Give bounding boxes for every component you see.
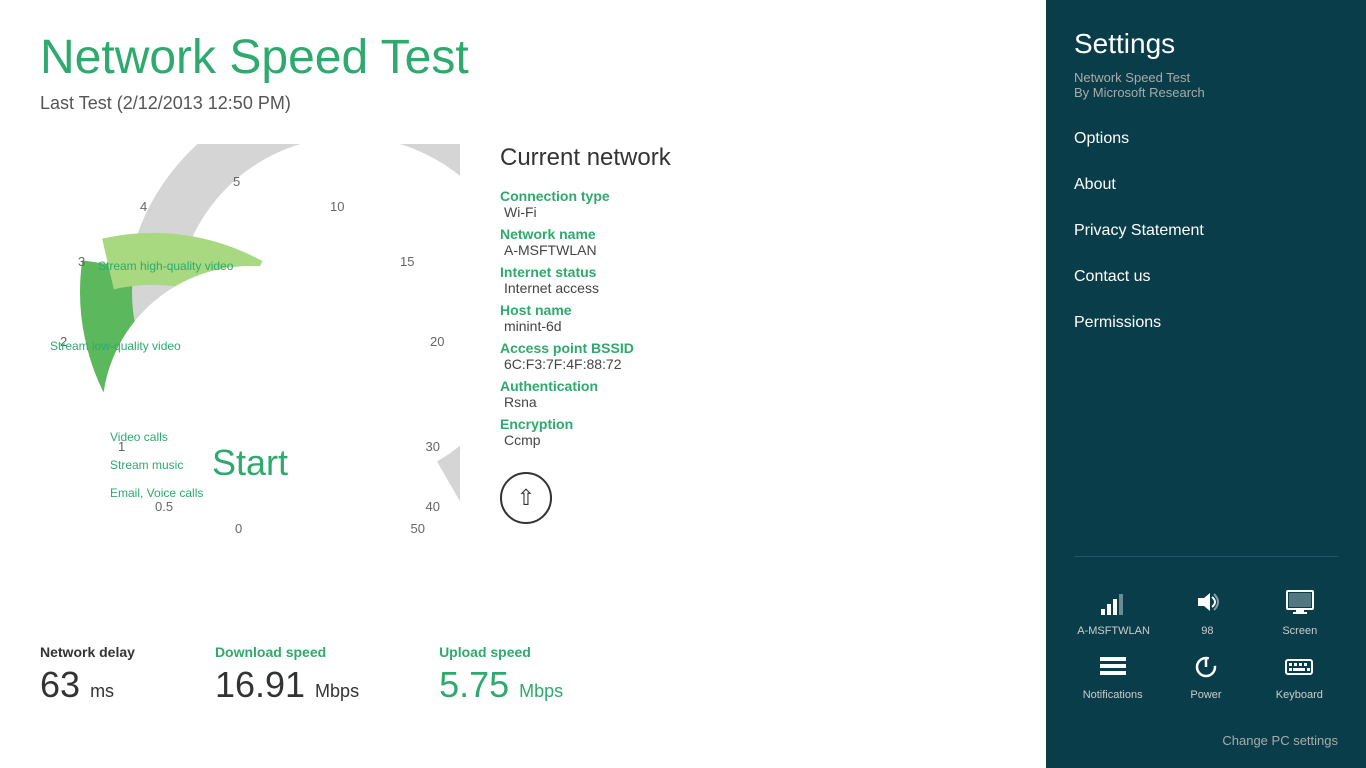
power-icon xyxy=(1191,653,1221,683)
network-delay-stat: Network delay 63 ms xyxy=(40,644,135,706)
system-tray: A-MSFTWLAN 98 xyxy=(1046,573,1366,717)
scale-40: 40 xyxy=(426,499,440,514)
network-name-label: Network name xyxy=(500,226,1006,242)
activity-video-calls[interactable]: Video calls xyxy=(110,430,168,444)
settings-menu-options[interactable]: Options xyxy=(1074,116,1338,162)
upload-speed-label: Upload speed xyxy=(439,644,563,660)
start-button[interactable]: Start xyxy=(212,442,288,484)
encryption-row: Encryption Ccmp xyxy=(500,416,1006,448)
settings-title: Settings xyxy=(1074,28,1338,60)
scale-15: 15 xyxy=(400,254,414,269)
network-delay-label: Network delay xyxy=(40,644,135,660)
upload-speed-value: 5.75 Mbps xyxy=(439,664,563,706)
app-title: Network Speed Test xyxy=(40,30,1006,85)
settings-app-name: Network Speed Test By Microsoft Research xyxy=(1074,70,1338,100)
tray-power[interactable]: Power xyxy=(1171,653,1241,701)
scale-30: 30 xyxy=(426,439,440,454)
settings-header: Settings Network Speed Test By Microsoft… xyxy=(1046,0,1366,116)
authentication-value: Rsna xyxy=(500,394,1006,410)
encryption-label: Encryption xyxy=(500,416,1006,432)
access-point-value: 6C:F3:7F:4F:88:72 xyxy=(500,356,1006,372)
volume-label: 98 xyxy=(1201,625,1213,637)
host-name-row: Host name minint-6d xyxy=(500,302,1006,334)
scale-3: 3 xyxy=(78,254,85,269)
download-speed-label: Download speed xyxy=(215,644,359,660)
keyboard-label: Keyboard xyxy=(1276,689,1323,701)
notifications-icon xyxy=(1098,653,1128,683)
upload-icon-container: ⇧ xyxy=(500,472,1006,524)
connection-type-value: Wi-Fi xyxy=(500,204,1006,220)
settings-divider xyxy=(1074,556,1338,557)
host-name-value: minint-6d xyxy=(500,318,1006,334)
network-name-value: A-MSFTWLAN xyxy=(500,242,1006,258)
tray-volume[interactable]: 98 xyxy=(1172,589,1242,637)
change-pc-settings[interactable]: Change PC settings xyxy=(1046,717,1366,768)
tray-screen[interactable]: Screen xyxy=(1265,589,1335,637)
middle-section: 0 0.5 1 2 3 4 5 10 15 20 30 xyxy=(40,144,1006,604)
access-point-label: Access point BSSID xyxy=(500,340,1006,356)
settings-menu-contact[interactable]: Contact us xyxy=(1074,254,1338,300)
download-speed-value: 16.91 Mbps xyxy=(215,664,359,706)
upload-button[interactable]: ⇧ xyxy=(500,472,552,524)
settings-menu: Options About Privacy Statement Contact … xyxy=(1046,116,1366,540)
settings-menu-privacy[interactable]: Privacy Statement xyxy=(1074,208,1338,254)
scale-10: 10 xyxy=(330,199,344,214)
settings-menu-about[interactable]: About xyxy=(1074,162,1338,208)
bottom-stats: Network delay 63 ms Download speed 16.91… xyxy=(40,624,1006,706)
activity-stream-lq[interactable]: Stream low-quality video xyxy=(50,339,181,353)
tray-wifi[interactable]: A-MSFTWLAN xyxy=(1077,589,1150,637)
wifi-icon xyxy=(1099,589,1129,619)
host-name-label: Host name xyxy=(500,302,1006,318)
settings-menu-permissions[interactable]: Permissions xyxy=(1074,300,1338,346)
upload-arrow-icon: ⇧ xyxy=(517,487,535,509)
authentication-row: Authentication Rsna xyxy=(500,378,1006,410)
encryption-value: Ccmp xyxy=(500,432,1006,448)
internet-status-row: Internet status Internet access xyxy=(500,264,1006,296)
power-label: Power xyxy=(1190,689,1221,701)
upload-speed-stat: Upload speed 5.75 Mbps xyxy=(439,644,563,706)
tray-row-2: Notifications Power xyxy=(1066,653,1346,701)
notifications-label: Notifications xyxy=(1083,689,1143,701)
screen-icon xyxy=(1285,589,1315,619)
internet-status-value: Internet access xyxy=(500,280,1006,296)
tray-keyboard[interactable]: Keyboard xyxy=(1264,653,1334,701)
keyboard-icon xyxy=(1284,653,1314,683)
internet-status-label: Internet status xyxy=(500,264,1006,280)
scale-0: 0 xyxy=(235,521,242,536)
wifi-label: A-MSFTWLAN xyxy=(1077,625,1150,637)
access-point-row: Access point BSSID 6C:F3:7F:4F:88:72 xyxy=(500,340,1006,372)
main-content: Network Speed Test Last Test (2/12/2013 … xyxy=(0,0,1046,768)
screen-label: Screen xyxy=(1282,625,1317,637)
network-panel: Current network Connection type Wi-Fi Ne… xyxy=(500,144,1006,524)
tray-notifications[interactable]: Notifications xyxy=(1078,653,1148,701)
activity-stream-music[interactable]: Stream music xyxy=(110,458,183,472)
settings-sidebar: Settings Network Speed Test By Microsoft… xyxy=(1046,0,1366,768)
scale-4: 4 xyxy=(140,199,147,214)
download-speed-stat: Download speed 16.91 Mbps xyxy=(215,644,359,706)
scale-20: 20 xyxy=(430,334,444,349)
network-panel-title: Current network xyxy=(500,144,1006,172)
network-name-row: Network name A-MSFTWLAN xyxy=(500,226,1006,258)
tray-row-1: A-MSFTWLAN 98 xyxy=(1066,589,1346,637)
scale-50: 50 xyxy=(411,521,425,536)
speedometer-container: 0 0.5 1 2 3 4 5 10 15 20 30 xyxy=(40,144,460,604)
gauge-wrapper: 0 0.5 1 2 3 4 5 10 15 20 30 xyxy=(40,144,460,544)
scale-5: 5 xyxy=(233,174,240,189)
activity-email[interactable]: Email, Voice calls xyxy=(110,486,203,500)
last-test-label: Last Test (2/12/2013 12:50 PM) xyxy=(40,93,1006,114)
volume-icon xyxy=(1192,589,1222,619)
scale-05: 0.5 xyxy=(155,499,173,514)
connection-type-label: Connection type xyxy=(500,188,1006,204)
authentication-label: Authentication xyxy=(500,378,1006,394)
activity-stream-hq[interactable]: Stream high-quality video xyxy=(98,259,233,273)
connection-type-row: Connection type Wi-Fi xyxy=(500,188,1006,220)
network-delay-value: 63 ms xyxy=(40,664,135,706)
